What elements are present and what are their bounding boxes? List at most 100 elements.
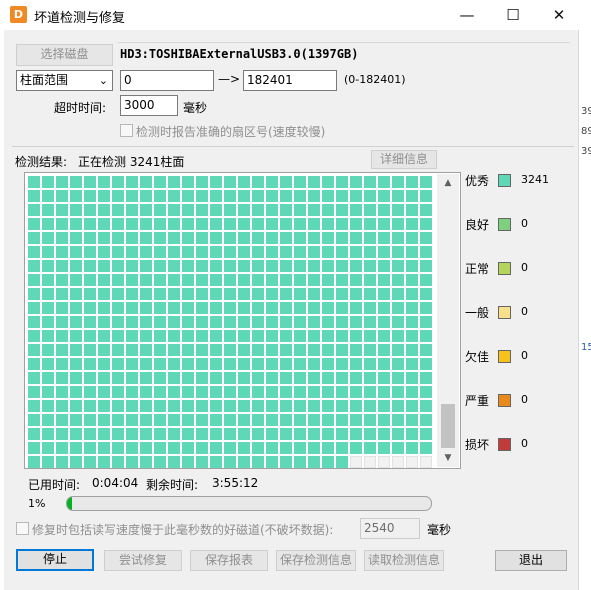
cylinder-cell-excellent [224, 358, 236, 370]
cylinder-cell-excellent [406, 358, 418, 370]
accurate-sector-checkbox[interactable] [120, 124, 133, 137]
cylinder-cell-excellent [42, 344, 54, 356]
cylinder-cell-excellent [126, 302, 138, 314]
cylinder-cell-excellent [210, 372, 222, 384]
cylinder-cell-excellent [140, 274, 152, 286]
cylinder-cell-excellent [112, 330, 124, 342]
cylinder-cell-excellent [126, 414, 138, 426]
cylinder-cell-excellent [280, 372, 292, 384]
cylinder-cell-excellent [252, 372, 264, 384]
cylinder-cell-excellent [266, 316, 278, 328]
slow-track-input[interactable]: 2540 [360, 518, 420, 539]
range-end-input[interactable]: 182401 [243, 70, 337, 91]
cylinder-cell-excellent [350, 358, 362, 370]
cylinder-cell-excellent [154, 330, 166, 342]
cylinder-cell-excellent [378, 372, 390, 384]
cylinder-cell-excellent [168, 414, 180, 426]
cylinder-cell-excellent [154, 316, 166, 328]
cylinder-cell-excellent [154, 400, 166, 412]
cylinder-cell-excellent [196, 176, 208, 188]
cylinder-cell-excellent [28, 372, 40, 384]
cylinder-cell-excellent [336, 232, 348, 244]
cylinder-cell-excellent [364, 232, 376, 244]
cylinder-cell-excellent [98, 176, 110, 188]
cylinder-cell-excellent [224, 274, 236, 286]
cylinder-cell-excellent [252, 428, 264, 440]
cylinder-cell-excellent [28, 400, 40, 412]
cylinder-cell-excellent [182, 190, 194, 202]
cylinder-cell-excellent [56, 344, 68, 356]
cylinder-cell-excellent [350, 386, 362, 398]
cylinder-cell-excellent [336, 344, 348, 356]
cylinder-cell-excellent [42, 414, 54, 426]
scrollbar[interactable]: ▲ ▼ [437, 174, 459, 467]
chevron-down-icon: ⌄ [98, 74, 108, 87]
cylinder-cell-excellent [84, 428, 96, 440]
cylinder-cell-excellent [378, 218, 390, 230]
cylinder-cell-excellent [168, 344, 180, 356]
slow-track-checkbox[interactable] [16, 522, 29, 535]
read-detect-info-button[interactable]: 读取检测信息 [364, 550, 444, 571]
save-report-button[interactable]: 保存报表 [190, 550, 268, 571]
minimize-button[interactable]: — [444, 0, 490, 30]
cylinder-cell-excellent [392, 218, 404, 230]
cylinder-cell-excellent [364, 358, 376, 370]
timeout-input[interactable]: 3000 [120, 95, 178, 116]
cylinder-cell-excellent [280, 302, 292, 314]
close-button[interactable]: ✕ [536, 0, 582, 30]
stop-button[interactable]: 停止 [16, 549, 94, 571]
cylinder-cell-excellent [294, 274, 306, 286]
cylinder-cell-excellent [252, 204, 264, 216]
cylinder-cell-excellent [308, 330, 320, 342]
range-mode-select[interactable]: 柱面范围 ⌄ [16, 70, 113, 91]
cylinder-cell-excellent [126, 288, 138, 300]
cylinder-cell-excellent [196, 232, 208, 244]
cylinder-cell-excellent [98, 246, 110, 258]
cylinder-cell-excellent [28, 274, 40, 286]
cylinder-cell-excellent [28, 246, 40, 258]
cylinder-cell-excellent [238, 176, 250, 188]
cylinder-cell-excellent [84, 274, 96, 286]
cylinder-cell-excellent [70, 358, 82, 370]
scrollbar-thumb[interactable] [441, 404, 455, 448]
cylinder-cell-excellent [294, 330, 306, 342]
cylinder-cell-excellent [70, 316, 82, 328]
cylinder-cell-excellent [56, 414, 68, 426]
try-repair-button[interactable]: 尝试修复 [104, 550, 182, 571]
cylinder-cell-excellent [112, 218, 124, 230]
cylinder-cell-excellent [322, 288, 334, 300]
cylinder-cell-excellent [56, 358, 68, 370]
cylinder-cell-excellent [126, 218, 138, 230]
save-detect-info-button[interactable]: 保存检测信息 [276, 550, 356, 571]
range-start-input[interactable]: 0 [120, 70, 214, 91]
scroll-down-icon[interactable]: ▼ [437, 449, 459, 467]
cylinder-cell-excellent [112, 302, 124, 314]
select-disk-button[interactable]: 选择磁盘 [16, 44, 113, 66]
cylinder-cell-excellent [182, 260, 194, 272]
scroll-up-icon[interactable]: ▲ [437, 174, 459, 192]
cylinder-cell-excellent [98, 330, 110, 342]
cylinder-cell-excellent [168, 246, 180, 258]
cylinder-cell-excellent [70, 246, 82, 258]
cylinder-cell-excellent [266, 372, 278, 384]
legend-label: 正常 [465, 262, 490, 276]
cylinder-cell-excellent [238, 442, 250, 454]
cylinder-cell-excellent [42, 218, 54, 230]
cylinder-cell-excellent [294, 456, 306, 468]
cylinder-cell-excellent [98, 288, 110, 300]
cylinder-cell-excellent [56, 400, 68, 412]
cylinder-cell-excellent [266, 386, 278, 398]
cylinder-cell-excellent [336, 372, 348, 384]
cylinder-cell-excellent [196, 372, 208, 384]
cylinder-cell-excellent [210, 428, 222, 440]
detail-info-button[interactable]: 详细信息 [371, 150, 437, 169]
cylinder-cell-excellent [364, 344, 376, 356]
cylinder-cell-excellent [266, 204, 278, 216]
exit-button[interactable]: 退出 [495, 550, 567, 571]
cylinder-cell-excellent [112, 456, 124, 468]
cylinder-cell-excellent [28, 344, 40, 356]
cylinder-cell-excellent [406, 232, 418, 244]
cylinder-cell-excellent [406, 260, 418, 272]
maximize-button[interactable]: ☐ [490, 0, 536, 30]
cylinder-cell-excellent [364, 414, 376, 426]
